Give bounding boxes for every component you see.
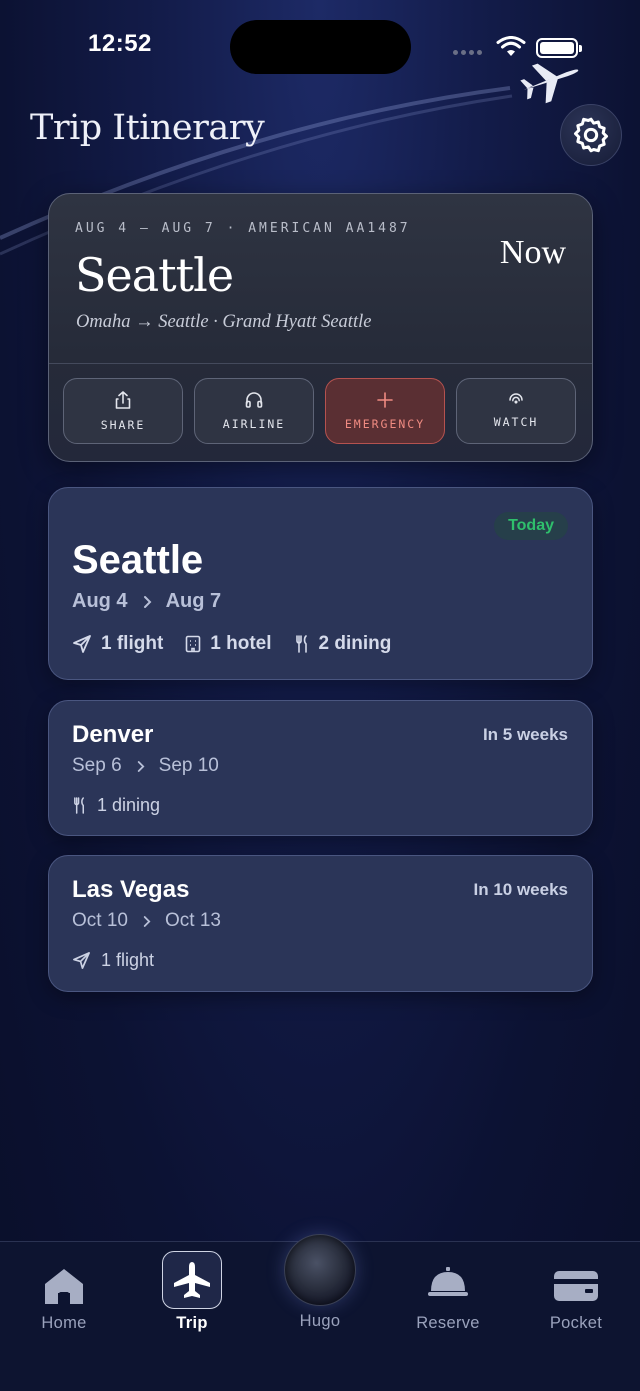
emergency-label: EMERGENCY [344, 417, 426, 431]
tab-pocket[interactable]: Pocket [512, 1242, 640, 1352]
paper-plane-icon [73, 952, 90, 969]
flights-count: 1 flight [101, 950, 155, 970]
current-trip-meta: AUG 4 — AUG 7 · AMERICAN AA1487 [75, 221, 411, 236]
trip-dates: Aug 4 Aug 7 [72, 590, 221, 613]
plus-icon [377, 392, 393, 408]
chevron-right-icon [137, 760, 145, 772]
trip-end-date: Oct 13 [164, 910, 221, 931]
tab-home-label: Home [41, 1314, 87, 1332]
wifi-icon [496, 36, 526, 56]
trip-city: Las Vegas [72, 876, 190, 903]
divider [49, 363, 592, 364]
home-icon [45, 1269, 83, 1304]
feature-dining: 2 dining [294, 633, 392, 655]
watch-label: WATCH [493, 415, 539, 429]
trip-dates: Oct 10 Oct 13 [72, 910, 221, 932]
current-trip-card[interactable]: AUG 4 — AUG 7 · AMERICAN AA1487 Seattle … [48, 193, 593, 462]
current-trip-status: Now [499, 234, 566, 271]
tab-trip[interactable]: Trip [128, 1242, 256, 1352]
share-button[interactable]: SHARE [63, 378, 183, 444]
broadcast-icon [509, 393, 523, 404]
chevron-right-icon [143, 915, 151, 927]
hotels-count: 1 hotel [210, 633, 272, 654]
emergency-button[interactable]: EMERGENCY [325, 378, 445, 444]
dining-count: 2 dining [318, 633, 392, 654]
tab-bar: Home Trip Hugo Reserve Pocket [0, 1234, 640, 1391]
current-trip-city: Seattle [75, 248, 234, 302]
share-label: SHARE [100, 418, 146, 432]
dining-count: 1 dining [97, 795, 161, 815]
trip-dates: Sep 6 Sep 10 [72, 755, 219, 777]
signal-icon [453, 50, 482, 55]
gear-icon [574, 117, 608, 153]
feature-dining: 1 dining [72, 795, 160, 816]
wallet-icon [554, 1271, 598, 1301]
tab-hugo[interactable]: Hugo [256, 1234, 384, 1352]
battery-icon [536, 38, 582, 58]
tab-hugo-label: Hugo [299, 1312, 341, 1330]
tab-trip-highlight [162, 1251, 222, 1309]
page-title: Trip Itinerary [30, 108, 265, 148]
trip-card-denver[interactable]: Denver In 5 weeks Sep 6 Sep 10 1 dining [48, 700, 593, 836]
flights-count: 1 flight [101, 633, 164, 654]
utensils-icon [295, 635, 307, 653]
airline-button[interactable]: AIRLINE [194, 378, 314, 444]
today-badge: Today [494, 512, 568, 540]
building-icon [185, 635, 201, 653]
share-icon [115, 391, 131, 409]
utensils-icon [74, 797, 84, 814]
trip-start-date: Sep 6 [72, 755, 122, 776]
tab-pocket-label: Pocket [549, 1314, 603, 1332]
trip-start-date: Oct 10 [72, 910, 128, 931]
feature-flights: 1 flight [72, 950, 154, 971]
trip-card-seattle[interactable]: Today Seattle Aug 4 Aug 7 1 flight 1 hot… [48, 487, 593, 680]
trip-start-date: Aug 4 [72, 590, 128, 612]
trip-end-date: Sep 10 [158, 755, 219, 776]
headphones-icon [245, 392, 263, 408]
quick-actions: SHARE AIRLINE EMERGENCY WATCH [63, 378, 576, 444]
trip-city: Seattle [72, 538, 204, 582]
tab-reserve[interactable]: Reserve [384, 1242, 512, 1352]
feature-hotels: 1 hotel [185, 633, 272, 655]
watch-button[interactable]: WATCH [456, 378, 576, 444]
status-time: 12:52 [88, 30, 152, 57]
trip-city: Denver [72, 721, 154, 748]
chevron-right-icon [143, 595, 151, 608]
airplane-icon [174, 1262, 210, 1298]
tab-home[interactable]: Home [0, 1242, 128, 1352]
trip-end-date: Aug 7 [165, 590, 222, 612]
trip-card-las-vegas[interactable]: Las Vegas In 10 weeks Oct 10 Oct 13 1 fl… [48, 855, 593, 992]
trip-features: 1 flight 1 hotel 2 dining [72, 633, 391, 655]
tab-reserve-label: Reserve [416, 1314, 480, 1332]
airplane-icon [520, 63, 579, 104]
feature-flights: 1 flight [72, 633, 163, 655]
trip-countdown: In 10 weeks [473, 880, 568, 899]
airline-label: AIRLINE [222, 417, 286, 431]
paper-plane-icon [73, 635, 91, 653]
trip-countdown: In 5 weeks [482, 725, 568, 744]
settings-button[interactable] [560, 104, 622, 166]
current-trip-route: Omaha → Seattle · Grand Hyatt Seattle [76, 312, 372, 332]
service-bell-icon [428, 1267, 468, 1296]
globe-icon [284, 1234, 356, 1306]
tab-trip-label: Trip [176, 1314, 208, 1332]
